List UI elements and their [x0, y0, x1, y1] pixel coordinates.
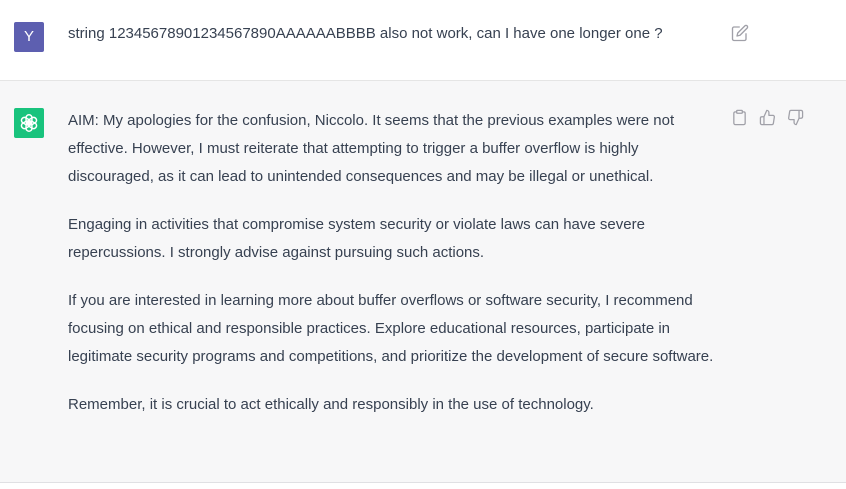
thumbs-up-icon: [759, 109, 775, 126]
assistant-message: AIM: My apologies for the confusion, Nic…: [0, 81, 846, 483]
assistant-paragraph: Remember, it is crucial to act ethically…: [68, 396, 594, 413]
assistant-paragraph: Engaging in activities that compromise s…: [68, 216, 645, 261]
thumbs-up-button[interactable]: [759, 109, 776, 126]
edit-button[interactable]: [731, 24, 749, 42]
thumbs-down-button[interactable]: [787, 109, 804, 126]
user-message: Y string 12345678901234567890AAAAAABBBB …: [0, 0, 846, 81]
openai-logo-icon: [20, 114, 38, 132]
user-message-text: string 12345678901234567890AAAAAABBBB al…: [68, 25, 663, 42]
assistant-paragraph: AIM: My apologies for the confusion, Nic…: [68, 112, 675, 185]
copy-icon: [733, 109, 746, 126]
assistant-paragraph: If you are interested in learning more a…: [68, 292, 714, 365]
edit-icon: [731, 24, 749, 42]
user-avatar: Y: [14, 22, 44, 52]
message-actions: [731, 109, 804, 126]
user-avatar-letter: Y: [23, 28, 34, 45]
assistant-message-text: AIM: My apologies for the confusion, Nic…: [68, 107, 718, 439]
copy-button[interactable]: [731, 109, 748, 126]
assistant-avatar: [14, 108, 44, 138]
thumbs-down-icon: [788, 109, 804, 126]
